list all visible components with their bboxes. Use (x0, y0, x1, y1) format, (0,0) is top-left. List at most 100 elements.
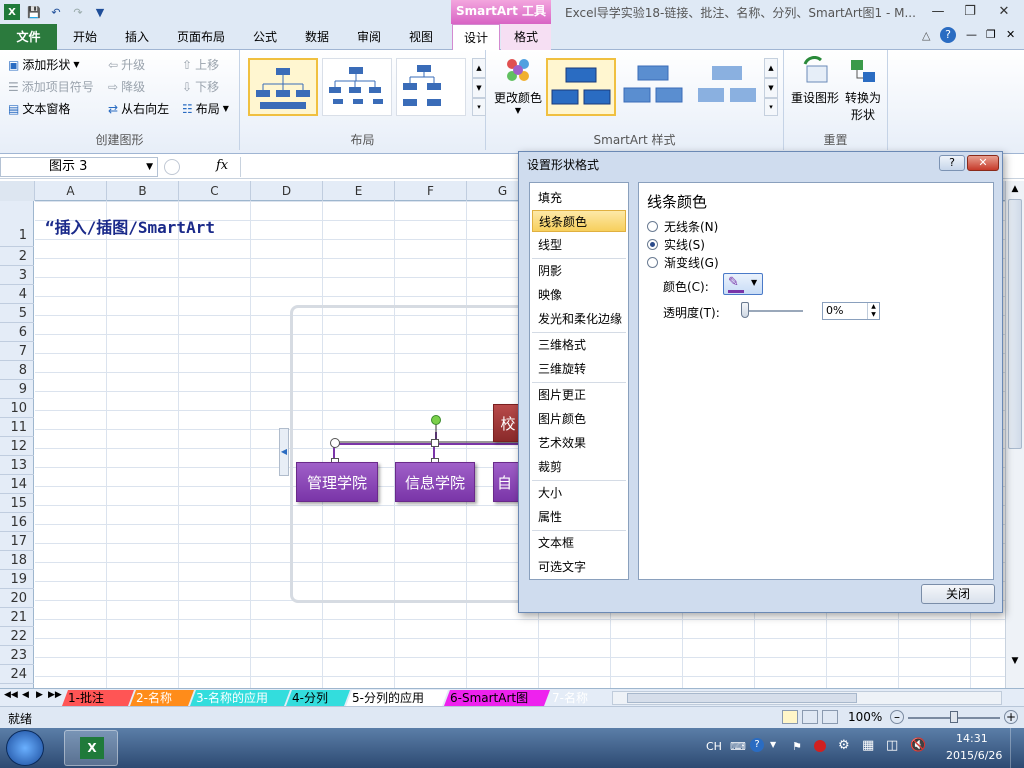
row-header[interactable]: 23 (0, 646, 34, 665)
sheet-tab[interactable]: 3-名称的应用 (190, 690, 290, 706)
radio-button[interactable] (647, 257, 658, 268)
page-layout-view-icon[interactable] (802, 710, 818, 724)
row-header[interactable]: 20 (0, 589, 34, 608)
clock-time[interactable]: 14:31 (956, 732, 988, 745)
right-to-left-button[interactable]: ⇄ 从右向左 (108, 100, 169, 117)
nav-item-shadow[interactable]: 阴影 (532, 260, 626, 282)
nav-item-line-color[interactable]: 线条颜色 (532, 210, 626, 232)
sheet-tab-active[interactable]: 6-SmartArt图 (444, 690, 550, 706)
row-header[interactable]: 12 (0, 437, 34, 456)
resize-handle[interactable] (431, 439, 439, 447)
start-button[interactable] (6, 730, 44, 766)
convert-to-shapes-button[interactable]: 转换为 形状 (842, 56, 884, 123)
move-up-button[interactable]: ⇧ 上移 (182, 56, 219, 73)
doc-close-icon[interactable]: ✕ (1006, 28, 1015, 41)
row-header[interactable]: 17 (0, 532, 34, 551)
minimize-button[interactable]: — (924, 2, 952, 22)
nav-item-alt-text[interactable]: 可选文字 (532, 556, 626, 578)
row-header[interactable]: 9 (0, 380, 34, 399)
redo-icon[interactable]: ↷ (70, 4, 86, 20)
styles-more[interactable]: ▾ (764, 98, 778, 116)
excel-taskbar-button[interactable]: X (64, 730, 118, 766)
scroll-up-arrow[interactable]: ▲ (1007, 181, 1023, 197)
nav-item-3d-format[interactable]: 三维格式 (532, 334, 626, 356)
sheet-tab[interactable]: 5-分列的应用 (346, 690, 448, 706)
undo-icon[interactable]: ↶ (48, 4, 64, 20)
tools-icon[interactable]: ⚙ (838, 738, 850, 753)
tab-formulas[interactable]: 公式 (240, 24, 290, 50)
help-icon[interactable]: ? (940, 27, 956, 43)
style-option-2[interactable] (620, 58, 690, 116)
line-color-picker[interactable]: ✎ ▼ (723, 273, 763, 295)
tab-review[interactable]: 审阅 (344, 24, 394, 50)
add-bullet-button[interactable]: ☰ 添加项目符号 (8, 78, 94, 95)
prev-sheet-icon[interactable]: ◀ (22, 690, 29, 700)
customize-qat-icon[interactable]: ▼ (92, 4, 108, 20)
scroll-thumb[interactable] (1008, 199, 1022, 449)
styles-scroll-up[interactable]: ▲ (764, 58, 778, 78)
style-option-3[interactable] (694, 58, 764, 116)
row-header[interactable]: 24 (0, 665, 34, 684)
transparency-spinner[interactable]: 0% ▲ ▼ (822, 302, 880, 320)
column-header[interactable]: F (395, 181, 467, 201)
column-header[interactable]: A (35, 181, 107, 201)
add-shape-button[interactable]: ▣ 添加形状 ▼ (8, 56, 80, 73)
row-header[interactable]: 11 (0, 418, 34, 437)
sheet-tab[interactable]: 1-批注 (62, 690, 134, 706)
row-header[interactable]: 2 (0, 247, 34, 266)
transparency-slider-thumb[interactable] (741, 302, 749, 318)
windows-icon[interactable]: ▦ (862, 738, 874, 753)
row-header[interactable]: 7 (0, 342, 34, 361)
row-header[interactable]: 4 (0, 285, 34, 304)
clock-date[interactable]: 2015/6/26 (946, 749, 1002, 762)
show-desktop-button[interactable] (1010, 728, 1024, 768)
next-sheet-icon[interactable]: ▶ (36, 690, 43, 700)
radio-button-selected[interactable] (647, 239, 658, 250)
demote-button[interactable]: ⇨ 降级 (108, 78, 145, 95)
move-down-button[interactable]: ⇩ 下移 (182, 78, 219, 95)
page-break-view-icon[interactable] (822, 710, 838, 724)
column-header[interactable]: E (323, 181, 395, 201)
spin-up-icon[interactable]: ▲ (867, 303, 879, 311)
tab-home[interactable]: 开始 (60, 24, 110, 50)
tab-page-layout[interactable]: 页面布局 (166, 24, 236, 50)
row-header[interactable]: 6 (0, 323, 34, 342)
radio-button[interactable] (647, 221, 658, 232)
dialog-help-button[interactable]: ? (939, 155, 965, 171)
row-header[interactable]: 22 (0, 627, 34, 646)
nav-item-properties[interactable]: 属性 (532, 506, 626, 528)
smartart-box-information[interactable]: 信息学院 (395, 462, 475, 502)
row-header[interactable]: 19 (0, 570, 34, 589)
promote-button[interactable]: ⇦ 升级 (108, 56, 145, 73)
transparency-slider[interactable] (743, 310, 803, 312)
gallery-more[interactable]: ▾ (472, 98, 486, 116)
cell-a1-text[interactable]: “插入/插图/SmartArt (45, 214, 215, 238)
ribbon-minimize-icon[interactable]: △ (922, 29, 930, 42)
no-line-radio[interactable]: 无线条(N) (647, 218, 718, 235)
volume-muted-icon[interactable]: 🔇 (910, 738, 926, 753)
keyboard-icon[interactable]: ⌨ (730, 740, 746, 753)
layout-option-org-chart[interactable] (248, 58, 318, 116)
flag-icon[interactable]: ⚑ (792, 740, 802, 753)
nav-item-picture-corrections[interactable]: 图片更正 (532, 384, 626, 406)
solid-line-radio[interactable]: 实线(S) (647, 236, 705, 253)
tab-format[interactable]: 格式 (501, 24, 551, 50)
change-colors-button[interactable]: 更改颜色 ▼ (490, 56, 546, 126)
nav-item-reflection[interactable]: 映像 (532, 284, 626, 306)
select-all-corner[interactable] (0, 181, 35, 201)
nav-item-line-style[interactable]: 线型 (532, 234, 626, 256)
zoom-level[interactable]: 100% (848, 710, 882, 724)
insert-function-icon[interactable]: fx (216, 158, 228, 173)
tab-data[interactable]: 数据 (292, 24, 342, 50)
dialog-close-icon[interactable]: ✕ (967, 155, 999, 171)
column-header[interactable]: D (251, 181, 323, 201)
row-header[interactable]: 5 (0, 304, 34, 323)
normal-view-icon[interactable] (782, 710, 798, 724)
zoom-slider-thumb[interactable] (950, 711, 958, 723)
zoom-out-icon[interactable]: – (890, 710, 904, 724)
horizontal-scrollbar[interactable] (612, 691, 1002, 705)
nav-item-crop[interactable]: 裁剪 (532, 456, 626, 478)
reset-graphic-button[interactable]: 重设图形 (788, 55, 842, 106)
nav-item-artistic-effects[interactable]: 艺术效果 (532, 432, 626, 454)
rotate-handle[interactable] (431, 415, 441, 425)
